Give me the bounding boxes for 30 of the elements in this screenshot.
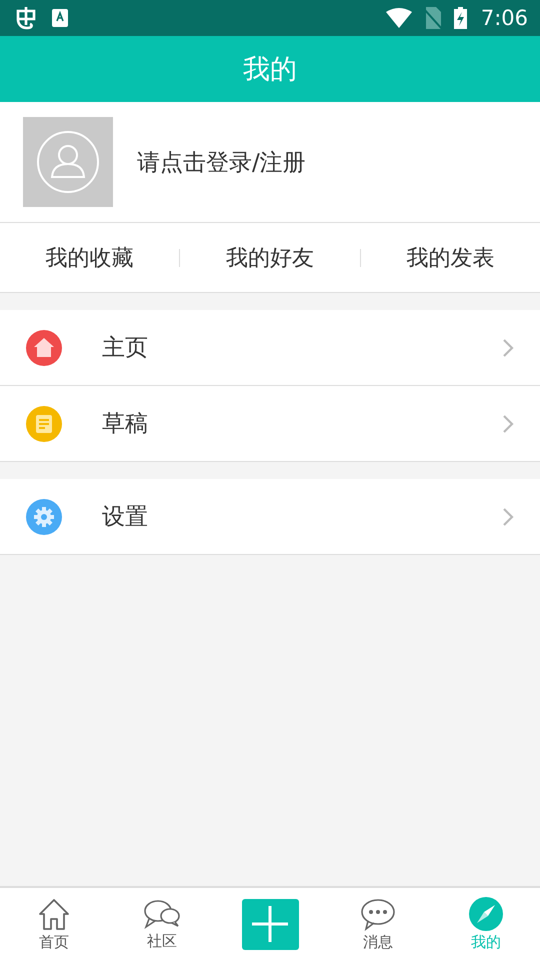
page-title: 我的	[243, 53, 297, 87]
plus-icon	[251, 905, 289, 943]
status-time: 7:06	[480, 6, 528, 30]
add-button[interactable]	[242, 898, 298, 950]
login-link[interactable]: 请点击登录/注册	[137, 146, 306, 178]
home-icon	[26, 330, 62, 366]
menu-item[interactable]: 主页	[0, 310, 540, 386]
keyboard-icon	[52, 9, 68, 27]
quick-link[interactable]: 我的发表	[406, 242, 494, 272]
no-sim-icon	[424, 7, 442, 29]
menu-item[interactable]: 草稿	[0, 386, 540, 462]
menu-item[interactable]: 设置	[0, 479, 540, 555]
nav-tab[interactable]: 消息	[324, 888, 432, 960]
battery-icon	[454, 7, 467, 29]
message-icon	[360, 896, 396, 930]
chevron-right-icon	[502, 506, 514, 526]
nav-tab[interactable]: 社区	[108, 888, 216, 960]
gear-icon	[26, 498, 62, 534]
avatar[interactable]	[23, 117, 113, 207]
chevron-right-icon	[502, 338, 514, 358]
compass-icon	[469, 896, 503, 930]
quick-link[interactable]: 我的好友	[226, 242, 314, 272]
user-icon	[37, 131, 99, 193]
home-icon	[37, 896, 71, 930]
chat-bubbles-icon	[143, 898, 181, 930]
note-icon	[26, 406, 62, 442]
wifi-icon	[386, 8, 412, 28]
nav-tab[interactable]: 首页	[0, 888, 108, 960]
quick-link[interactable]: 我的收藏	[46, 242, 134, 272]
chevron-right-icon	[502, 414, 514, 434]
